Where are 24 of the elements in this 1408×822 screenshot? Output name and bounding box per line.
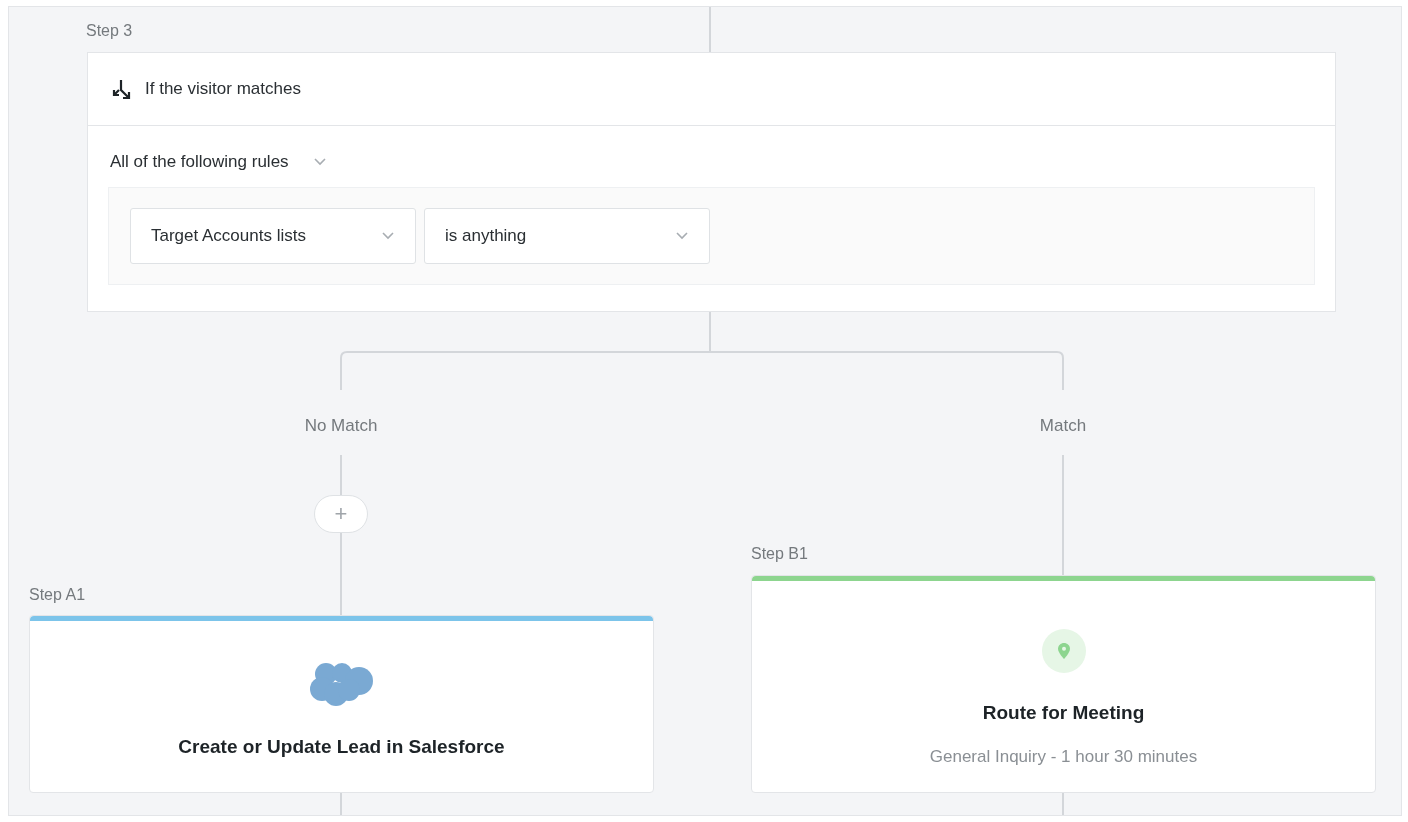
chevron-down-icon <box>381 231 395 240</box>
connector-line <box>709 7 711 53</box>
card-title: Route for Meeting <box>982 701 1145 725</box>
card-subtitle: General Inquiry - 1 hour 30 minutes <box>929 745 1198 768</box>
connector-line <box>340 792 342 815</box>
step-label: Step 3 <box>86 21 133 41</box>
connector-line <box>340 454 342 496</box>
split-arrow-icon <box>111 78 133 100</box>
branch-label: No Match <box>304 415 378 437</box>
chevron-down-icon <box>675 231 689 240</box>
card-title: Create or Update Lead in Salesforce <box>178 735 505 759</box>
condition-title: If the visitor matches <box>145 78 301 101</box>
field-select[interactable]: Target Accounts lists <box>130 207 416 264</box>
chevron-down-icon[interactable] <box>312 157 327 167</box>
action-card[interactable]: Create or Update Lead in Salesforce <box>29 615 654 793</box>
cloud-icon <box>308 661 375 707</box>
operator-select[interactable]: is anything <box>424 207 710 264</box>
connector-line <box>1062 792 1064 815</box>
action-card[interactable]: Route for Meeting General Inquiry - 1 hour 30 minutes <box>751 575 1376 793</box>
step-label: Step B1 <box>751 544 808 564</box>
step-label: Step A1 <box>29 585 86 605</box>
pin-icon <box>1041 629 1086 673</box>
branch-label: Match <box>1039 415 1087 437</box>
match-mode-dropdown[interactable]: All of the following rules <box>110 149 289 175</box>
